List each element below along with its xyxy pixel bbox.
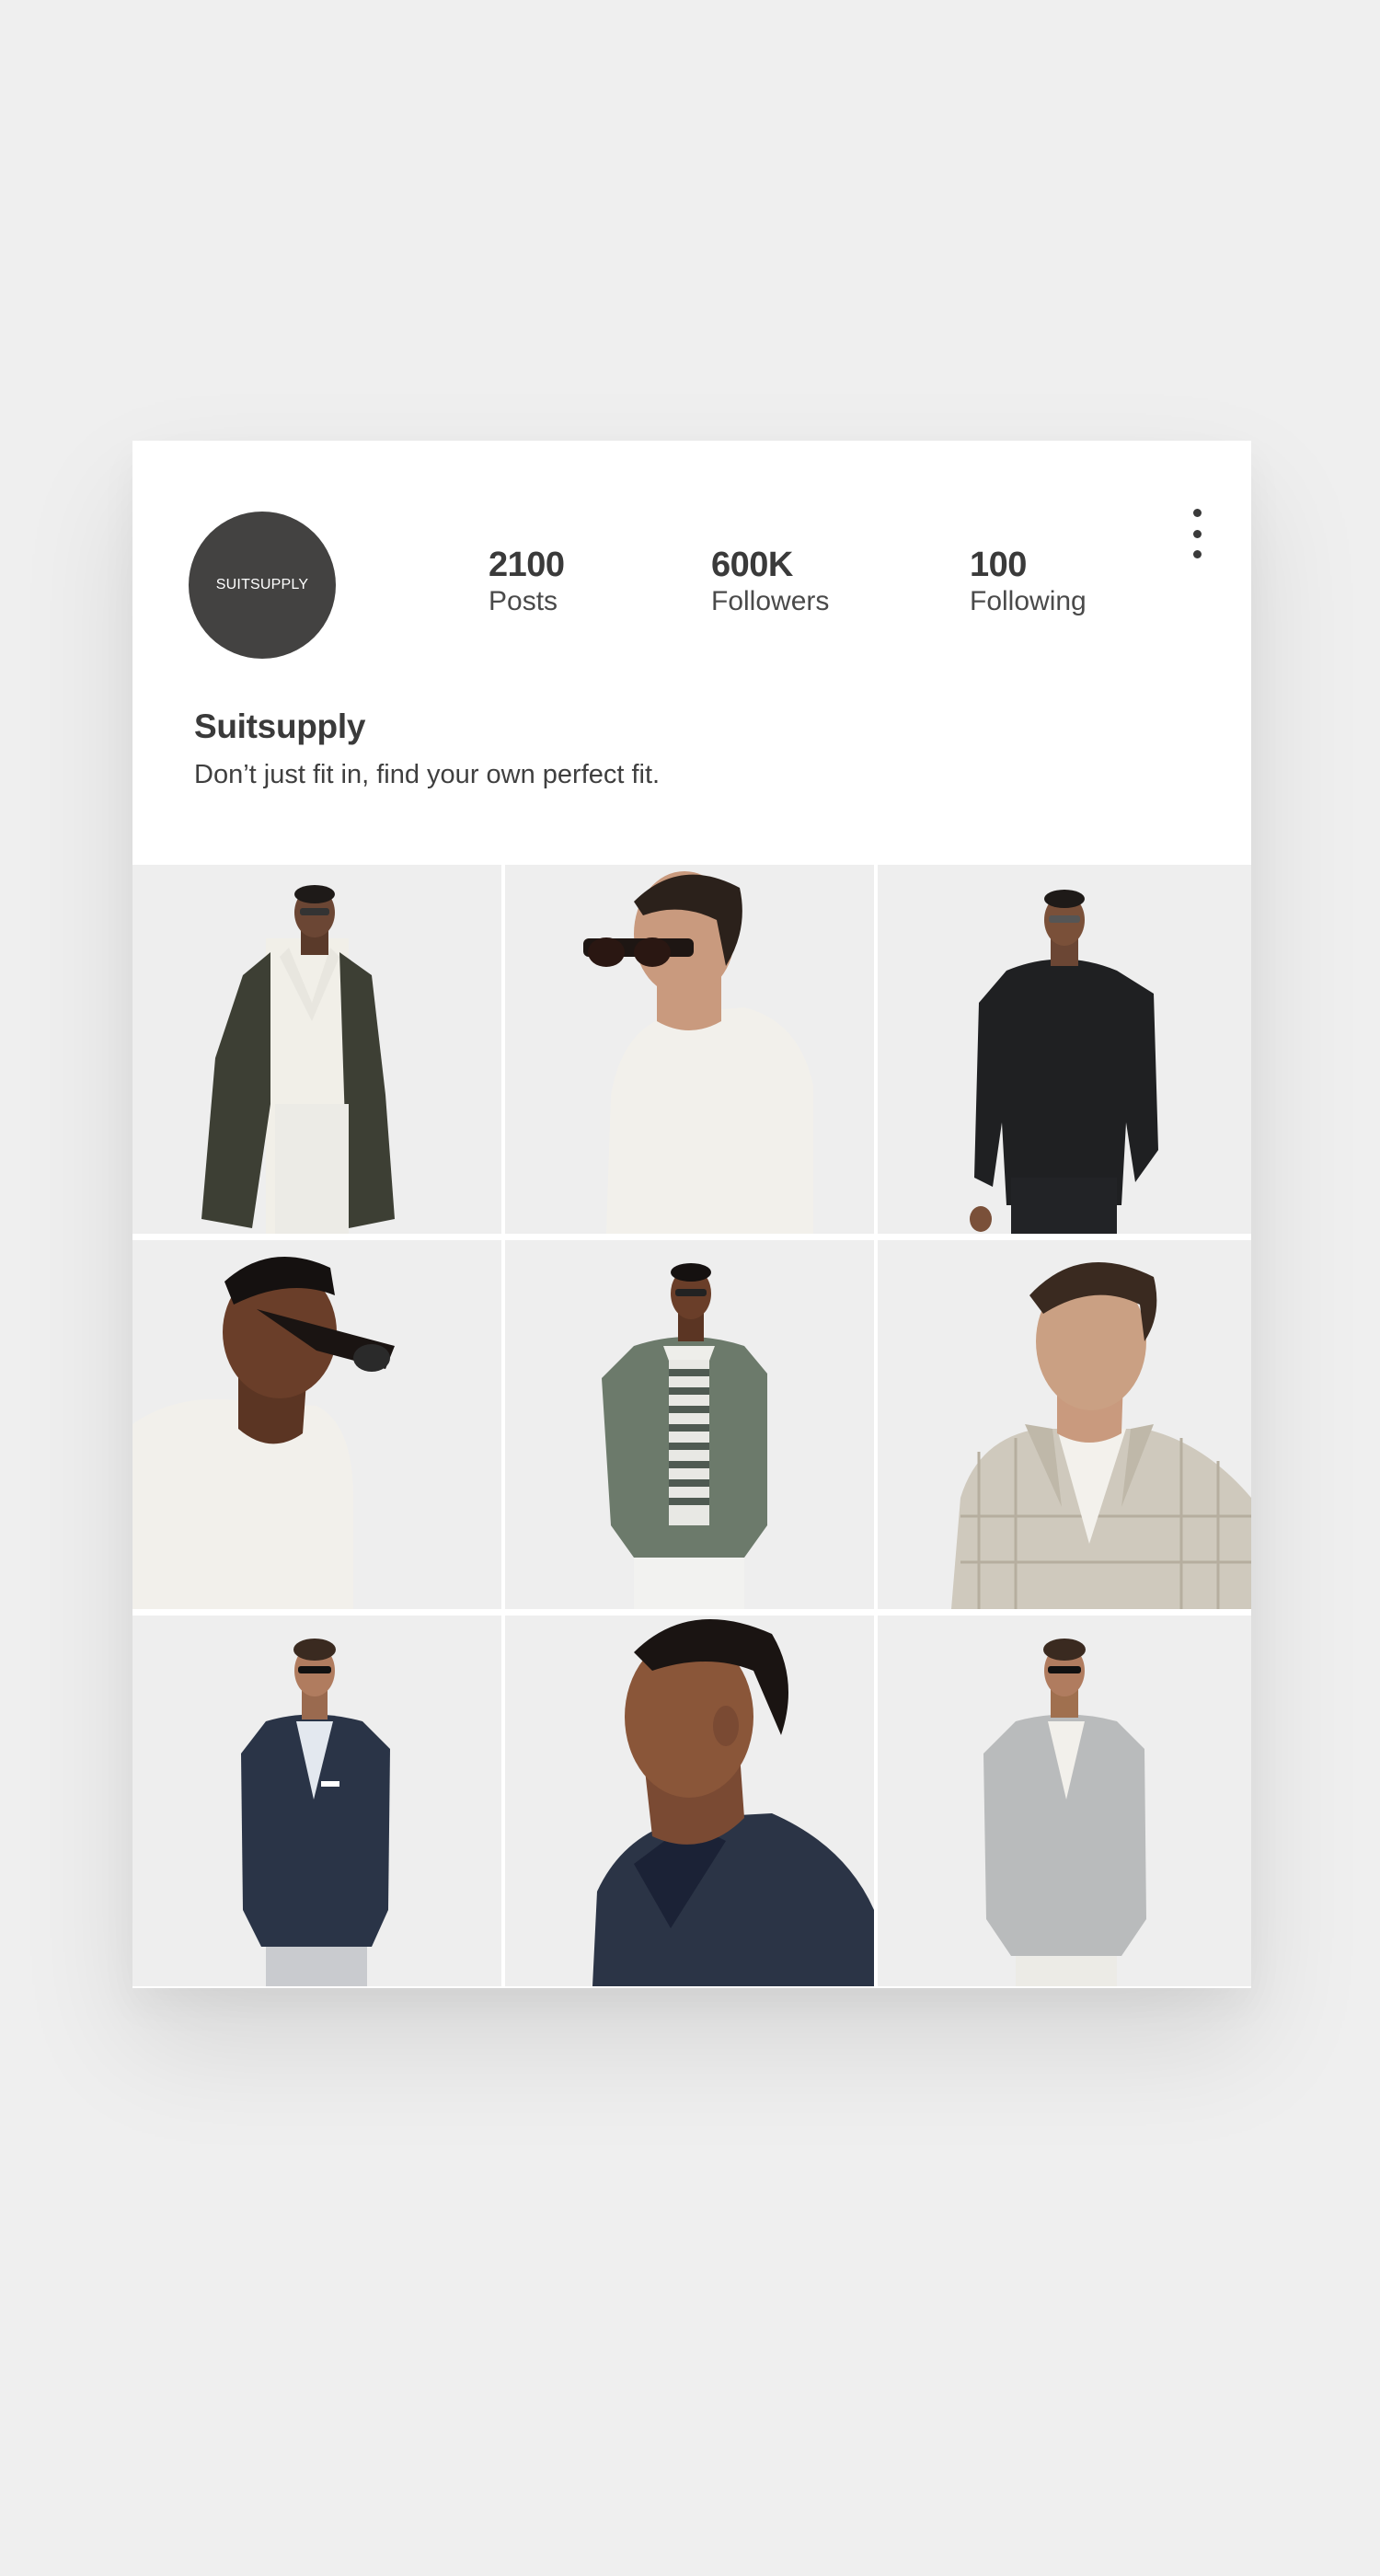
post-grid bbox=[132, 865, 1251, 1988]
avatar[interactable]: SUITSUPPLY bbox=[189, 512, 336, 659]
photo-model-grey-suit-icon bbox=[878, 1616, 1251, 1986]
post-tile-9[interactable] bbox=[878, 1616, 1251, 1986]
avatar-logo-text: SUITSUPPLY bbox=[215, 577, 309, 592]
post-tile-5[interactable] bbox=[505, 1240, 874, 1609]
photo-model-navy-blazer-icon bbox=[132, 1616, 501, 1986]
post-tile-2[interactable] bbox=[505, 865, 874, 1234]
stat-following[interactable]: 100 Following bbox=[970, 545, 1087, 618]
followers-count: 600K bbox=[711, 546, 793, 584]
post-tile-1[interactable] bbox=[132, 865, 501, 1234]
profile-name: Suitsupply bbox=[194, 707, 366, 745]
photo-model-green-blazer-icon bbox=[505, 1240, 874, 1609]
followers-label: Followers bbox=[711, 586, 830, 616]
post-tile-4[interactable] bbox=[132, 1240, 501, 1609]
photo-model-overcoat-icon bbox=[132, 865, 501, 1234]
following-label: Following bbox=[970, 586, 1087, 616]
profile-card: SUITSUPPLY 2100 Posts 600K Followers 100… bbox=[132, 441, 1251, 1988]
post-tile-8[interactable] bbox=[505, 1616, 874, 1986]
posts-count: 2100 bbox=[489, 546, 565, 584]
posts-label: Posts bbox=[489, 586, 558, 616]
profile-header: SUITSUPPLY 2100 Posts 600K Followers 100… bbox=[132, 441, 1251, 865]
post-tile-7[interactable] bbox=[132, 1616, 501, 1986]
post-tile-3[interactable] bbox=[878, 865, 1251, 1234]
profile-bio: Don’t just fit in, find your own perfect… bbox=[194, 760, 661, 789]
photo-model-black-jacket-icon bbox=[878, 865, 1251, 1234]
photo-model-navy-jacket-profile-icon bbox=[505, 1616, 874, 1986]
photo-model-white-shirt-sunglasses-icon bbox=[132, 1240, 501, 1609]
photo-model-polo-profile-icon bbox=[505, 865, 874, 1234]
post-tile-6[interactable] bbox=[878, 1240, 1251, 1609]
photo-model-plaid-coat-icon bbox=[878, 1240, 1251, 1609]
following-count: 100 bbox=[970, 546, 1027, 584]
more-vertical-icon bbox=[1192, 509, 1202, 558]
more-options-button[interactable] bbox=[1183, 509, 1211, 558]
stat-followers[interactable]: 600K Followers bbox=[711, 545, 829, 618]
stat-posts[interactable]: 2100 Posts bbox=[489, 545, 565, 618]
